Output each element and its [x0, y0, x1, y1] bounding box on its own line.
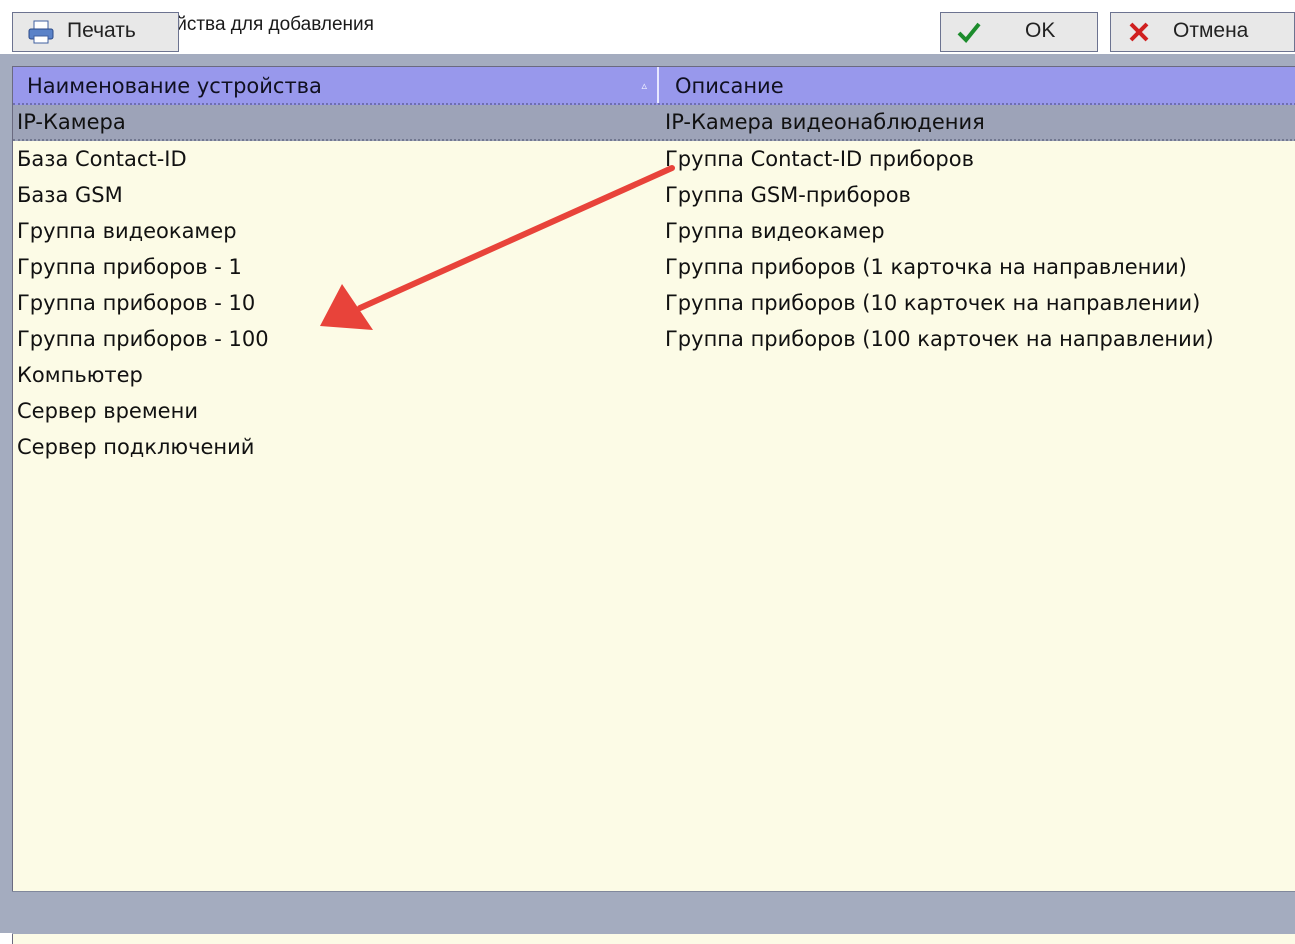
device-description-cell: Группа видеокамер	[665, 219, 885, 243]
device-description-cell: Группа приборов (1 карточка на направлен…	[665, 255, 1187, 279]
device-name-cell: Сервер времени	[17, 399, 198, 423]
table-row[interactable]: Группа видеокамер Группа видеокамер	[13, 213, 1295, 249]
column-header-description[interactable]: Описание	[661, 67, 1295, 103]
ok-button-label: OK	[1025, 19, 1056, 42]
device-name-cell: Сервер подключений	[17, 435, 255, 459]
table-row[interactable]: Группа приборов - 10 Группа приборов (10 …	[13, 285, 1295, 321]
table-row[interactable]: Группа приборов - 1 Группа приборов (1 ка…	[13, 249, 1295, 285]
table-row[interactable]: IP-Камера IP-Камера видеонаблюдения	[13, 105, 1295, 141]
ok-button[interactable]: OK	[940, 12, 1098, 52]
device-table: Наименование устройства ▵ Описание IP-Ка…	[12, 66, 1295, 944]
table-row[interactable]: База Contact-ID Группа Contact-ID приборо…	[13, 141, 1295, 177]
red-x-icon	[1129, 22, 1149, 42]
print-button[interactable]: Печать	[12, 12, 179, 52]
table-header: Наименование устройства ▵ Описание	[13, 67, 1295, 105]
table-row[interactable]: Сервер подключений	[13, 429, 1295, 465]
table-row[interactable]: Сервер времени	[13, 393, 1295, 429]
column-header-description-label: Описание	[675, 74, 784, 98]
table-row[interactable]: Компьютер	[13, 357, 1295, 393]
cancel-button-label: Отмена	[1173, 19, 1249, 42]
checkmark-icon	[957, 22, 981, 43]
table-row[interactable]: Группа приборов - 100 Группа приборов (10…	[13, 321, 1295, 357]
button-bar	[12, 891, 1295, 934]
printer-icon	[28, 20, 54, 44]
column-header-name-label: Наименование устройства	[27, 74, 322, 98]
device-name-cell: Группа приборов - 1	[17, 255, 242, 279]
sort-ascending-icon: ▵	[641, 79, 647, 92]
device-description-cell: Группа Contact-ID приборов	[665, 147, 974, 171]
device-description-cell: IP-Камера видеонаблюдения	[665, 110, 985, 134]
column-header-name[interactable]: Наименование устройства ▵	[13, 67, 659, 103]
cancel-button[interactable]: Отмена	[1110, 12, 1295, 52]
device-name-cell: Компьютер	[17, 363, 143, 387]
device-name-cell: Группа приборов - 100	[17, 327, 269, 351]
device-description-cell: Группа приборов (10 карточек на направле…	[665, 291, 1201, 315]
title-bar: Выбор устройства для добавления ✕	[0, 0, 1295, 54]
dialog-body: Наименование устройства ▵ Описание IP-Ка…	[0, 54, 1295, 944]
table-row[interactable]: База GSM Группа GSM-приборов	[13, 177, 1295, 213]
device-name-cell: База Contact-ID	[17, 147, 187, 171]
print-button-label: Печать	[67, 19, 136, 42]
device-description-cell: Группа GSM-приборов	[665, 183, 911, 207]
device-name-cell: Группа видеокамер	[17, 219, 237, 243]
table-body: IP-Камера IP-Камера видеонаблюдения База C…	[13, 105, 1295, 465]
device-name-cell: База GSM	[17, 183, 123, 207]
device-name-cell: Группа приборов - 10	[17, 291, 256, 315]
device-name-cell: IP-Камера	[17, 110, 126, 134]
device-description-cell: Группа приборов (100 карточек на направл…	[665, 327, 1214, 351]
